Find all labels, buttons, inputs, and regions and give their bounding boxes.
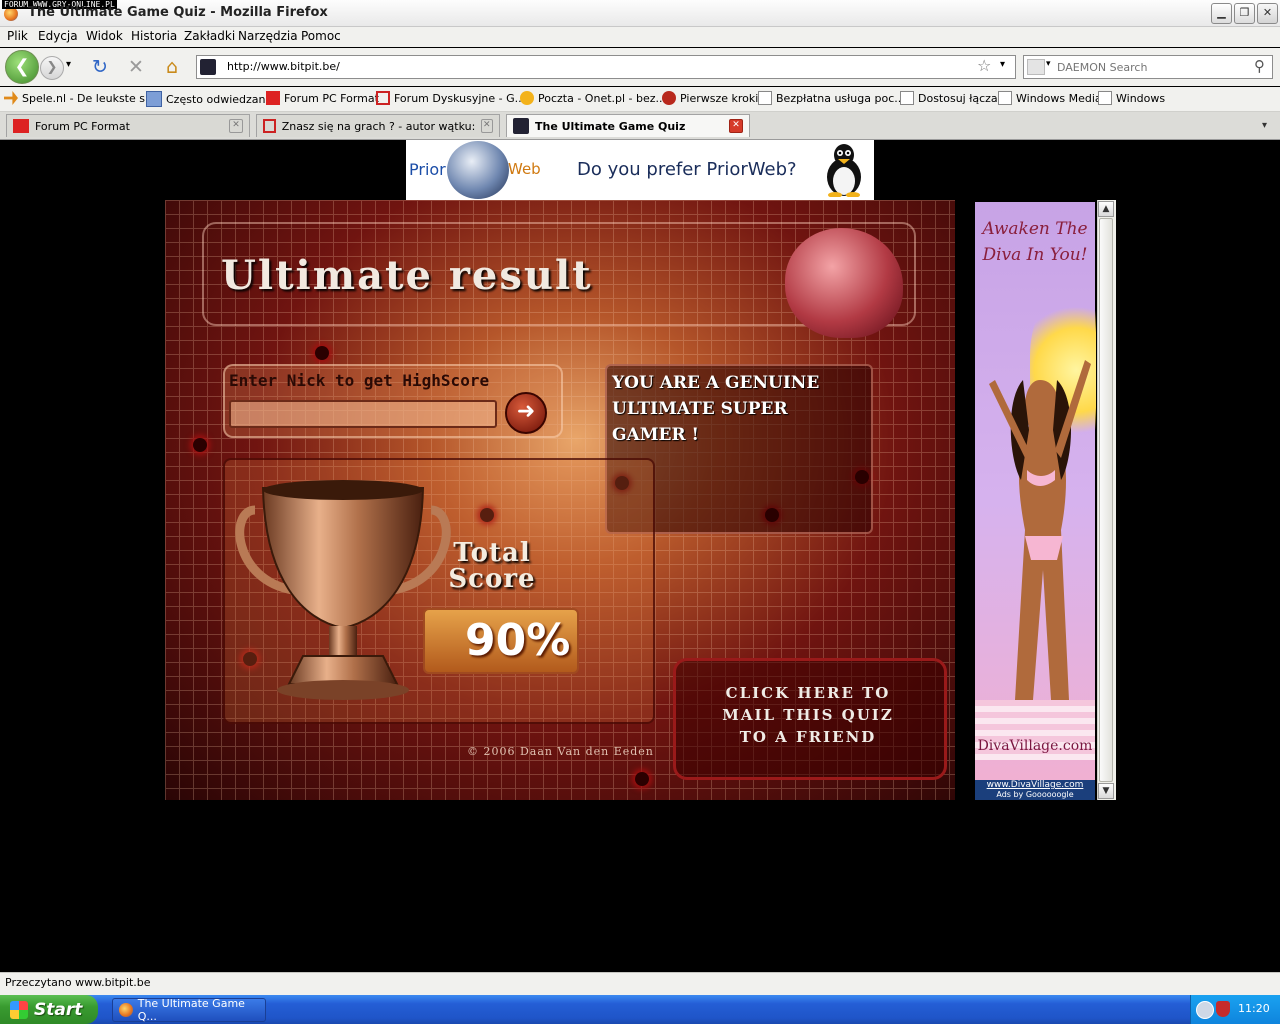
windows-logo-icon — [10, 1000, 28, 1019]
bookmark-frequent[interactable]: Często odwiedzane — [146, 91, 272, 107]
bookmark-spele[interactable]: Spele.nl - De leukste s... — [4, 91, 155, 105]
page-icon — [998, 91, 1012, 105]
tray-shield-icon[interactable] — [1216, 1001, 1230, 1017]
menu-tools[interactable]: Narzędzia — [238, 29, 298, 43]
bookmark-arrow-icon — [4, 91, 18, 105]
scroll-down-icon[interactable]: ▼ — [1098, 783, 1114, 799]
ads-by-google-link[interactable]: Ads by Goooooogle — [975, 790, 1095, 799]
menu-view[interactable]: Widok — [86, 29, 123, 43]
bullet-hole — [193, 438, 207, 452]
page-icon — [1098, 91, 1112, 105]
tab-close-icon[interactable]: ✕ — [729, 119, 743, 133]
verdict-text: YOU ARE A GENUINE ULTIMATE SUPER GAMER ! — [612, 370, 862, 448]
bookmark-first-steps[interactable]: Pierwsze kroki — [662, 91, 758, 105]
ad-brand[interactable]: DivaVillage.com — [975, 738, 1095, 754]
nick-label: Enter Nick to get HighScore — [229, 371, 490, 390]
menu-edit[interactable]: Edycja — [38, 29, 78, 43]
bullet-hole — [635, 772, 649, 786]
submit-nick-button[interactable]: ➜ — [505, 392, 547, 434]
minimize-button[interactable]: ▁ — [1211, 3, 1232, 24]
bookmark-customize-links[interactable]: Dostosuj łącza — [900, 91, 998, 105]
firefox-icon — [119, 1003, 133, 1017]
firefox-bookmark-icon — [662, 91, 676, 105]
url-dropdown-icon[interactable]: ▾ — [1000, 59, 1005, 70]
verdict-line: YOU ARE A GENUINE — [612, 373, 820, 393]
result-title: Ultimate result — [221, 252, 593, 299]
tux-penguin-icon — [827, 144, 861, 197]
taskbar-firefox-item[interactable]: The Ultimate Game Q... — [112, 997, 266, 1023]
copyright: © 2006 Daan Van den Eeden — [467, 745, 654, 758]
start-button[interactable]: Start — [0, 995, 98, 1024]
g-icon — [263, 119, 276, 133]
back-button[interactable]: ❮ — [5, 50, 39, 84]
site-favicon-icon — [513, 118, 529, 134]
tab-close-icon[interactable]: ✕ — [480, 119, 493, 133]
total-score-label: Total Score — [448, 538, 536, 594]
banner-logo-prior: Prior — [409, 160, 446, 179]
bookmark-pcformat[interactable]: Forum PC Format — [266, 91, 379, 105]
stop-button[interactable]: ✕ — [124, 55, 148, 79]
bookmark-forum-dyskusyjne[interactable]: Forum Dyskusyjne - G... — [376, 91, 525, 105]
search-engine-dropdown-icon[interactable]: ▾ — [1046, 59, 1051, 69]
onet-icon — [520, 91, 534, 105]
bullet-hole — [315, 346, 329, 360]
home-button[interactable]: ⌂ — [160, 55, 184, 79]
nick-input[interactable] — [229, 400, 497, 428]
verdict-line: GAMER ! — [612, 425, 699, 445]
page-icon — [758, 91, 772, 105]
search-engine-icon[interactable] — [1027, 59, 1045, 75]
tab-close-icon[interactable]: ✕ — [229, 119, 243, 133]
tab-forum-pc-format[interactable]: Forum PC Format ✕ — [6, 114, 250, 137]
bookmark-windows[interactable]: Windows — [1098, 91, 1165, 105]
score-value: 90% — [465, 615, 571, 666]
search-icon[interactable]: ⚲ — [1254, 57, 1265, 75]
clock: 11:20 — [1238, 1002, 1270, 1015]
menu-history[interactable]: Historia — [131, 29, 177, 43]
status-text: Przeczytano www.bitpit.be — [5, 976, 151, 989]
all-tabs-dropdown-icon[interactable]: ▾ — [1262, 120, 1267, 131]
forward-button[interactable]: ❯ — [40, 56, 64, 80]
status-bar — [0, 972, 1280, 995]
menu-help[interactable]: Pomoc — [301, 29, 341, 43]
mail-quiz-label[interactable]: CLICK HERE TO MAIL THIS QUIZ TO A FRIEND — [695, 682, 921, 748]
folder-icon — [146, 91, 162, 107]
history-dropdown-icon[interactable]: ▾ — [66, 59, 71, 70]
tab-znasz-sie-na-grach[interactable]: Znasz się na grach ? - autor wątku: Bu..… — [256, 114, 500, 137]
banner-text[interactable]: Do you prefer PriorWeb? — [577, 159, 797, 180]
pcf-icon — [266, 91, 280, 105]
trophy-icon — [235, 480, 451, 700]
address-bar[interactable]: ☆ ▾ — [196, 55, 1016, 79]
g-icon — [376, 91, 390, 105]
url-input[interactable] — [227, 58, 967, 74]
maximize-button[interactable]: ❐ — [1234, 3, 1255, 24]
bookmark-windows-media[interactable]: Windows Media — [998, 91, 1102, 105]
banner-logo-web: Web — [508, 160, 541, 178]
bookmark-free-service[interactable]: Bezpłatna usługa poc... — [758, 91, 905, 105]
menu-file[interactable]: Plik — [7, 29, 28, 43]
scroll-up-icon[interactable]: ▲ — [1098, 201, 1114, 217]
firefox-icon — [4, 7, 18, 21]
close-window-button[interactable]: ✕ — [1257, 3, 1278, 24]
diva-illustration — [989, 360, 1091, 700]
scroll-thumb[interactable] — [1099, 218, 1113, 782]
globe-icon — [447, 141, 509, 199]
page-icon — [900, 91, 914, 105]
tab-ultimate-game-quiz[interactable]: The Ultimate Game Quiz ✕ — [506, 114, 750, 137]
menu-bookmarks[interactable]: Zakładki — [184, 29, 235, 43]
site-favicon-icon — [200, 59, 216, 75]
window-title: The Ultimate Game Quiz - Mozilla Firefox — [28, 5, 328, 20]
bookmark-star-icon[interactable]: ☆ — [977, 56, 991, 75]
search-box[interactable]: ▾ ⚲ — [1023, 55, 1273, 79]
reload-button[interactable]: ↻ — [88, 55, 112, 79]
pcf-icon — [13, 119, 29, 133]
ad-url-link[interactable]: www.DivaVillage.com — [975, 780, 1095, 790]
search-input[interactable] — [1057, 59, 1247, 75]
bookmark-poczta-onet[interactable]: Poczta - Onet.pl - bez... — [520, 91, 666, 105]
quiz-result-panel: Ultimate result Enter Nick to get HighSc… — [165, 200, 955, 800]
ad-headline[interactable]: Awaken The Diva In You! — [978, 216, 1092, 268]
tray-network-icon[interactable] — [1196, 1001, 1214, 1019]
brain-icon — [785, 228, 903, 338]
verdict-line: ULTIMATE SUPER — [612, 399, 788, 419]
